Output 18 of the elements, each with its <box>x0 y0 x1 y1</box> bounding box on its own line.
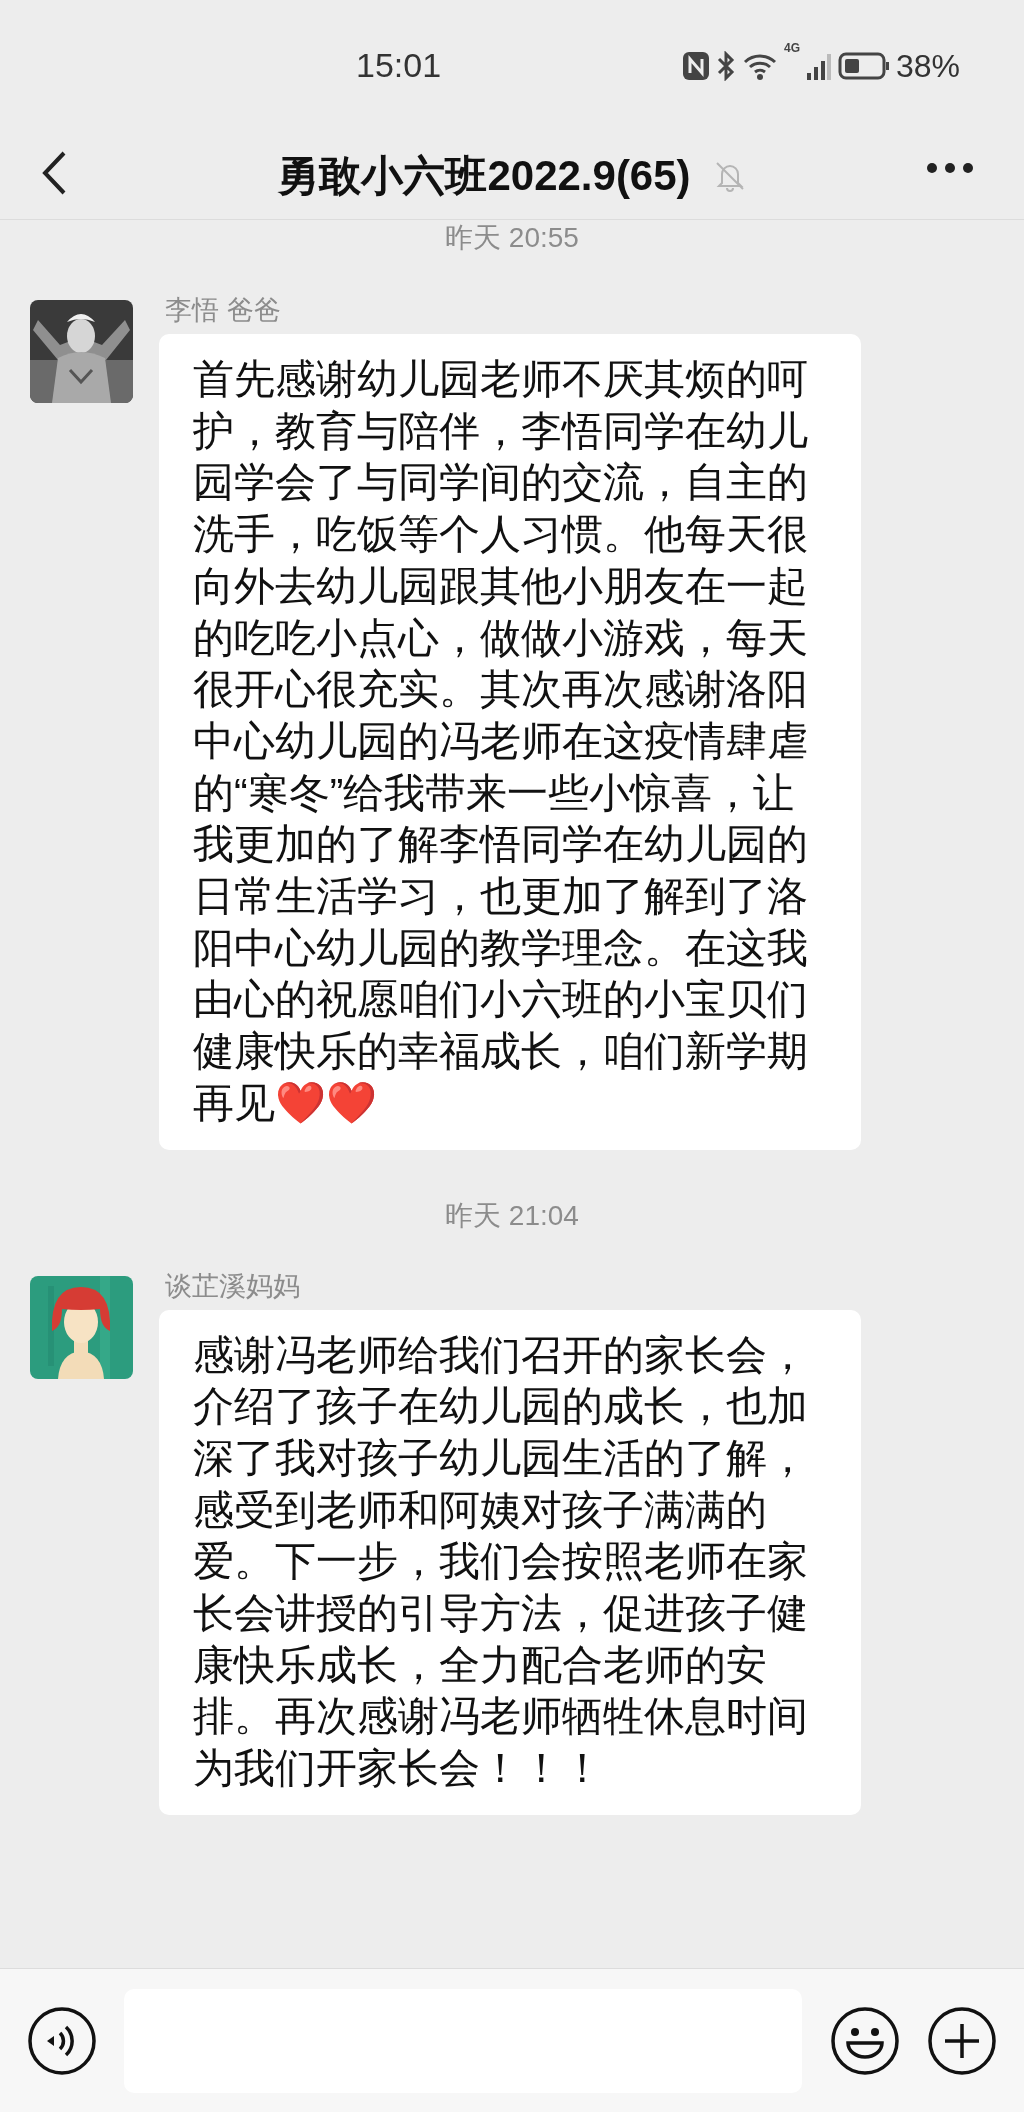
message-timestamp: 昨天 21:04 <box>445 1198 579 1233</box>
sender-name: 谈芷溪妈妈 <box>165 1269 301 1303</box>
chat-title: 勇敢小六班2022.9(65) <box>277 151 691 201</box>
emoji-button[interactable] <box>830 2005 900 2076</box>
status-time: 15:01 <box>356 45 442 86</box>
message-bubble: 感谢冯老师给我们召开的家长会，介绍了孩子在幼儿园的成长，也加深了我对孩子幼儿园生活的了解，感受到老师和阿姨对孩子满满的爱。下一步，我们会按照老师在家长会讲授的引导方法，促进孩子健康快乐成长，全力配合老师的安排。再次感谢冯老师牺牲休息时间为我们开家长会！！！ <box>159 1309 861 1815</box>
voice-button[interactable] <box>27 2005 97 2076</box>
message-timestamp: 昨天 20:55 <box>445 221 579 255</box>
add-button[interactable] <box>927 2005 997 2076</box>
bluetooth-icon <box>716 51 736 81</box>
sender-name: 李悟 爸爸 <box>165 294 282 327</box>
signal-icon <box>806 51 832 81</box>
more-button[interactable] <box>926 162 974 174</box>
network-label: 4G <box>784 42 800 54</box>
message-bubble: 首先感谢幼儿园老师不厌其烦的呵护，教育与陪伴，李悟同学在幼儿园学会了与同学间的交流，自主的洗手，吃饭等个人习惯。他每天很向外去幼儿园跟其他小朋友在一起的吃吃小点心，做做小游戏，每天很开心很充实。其次再次感谢洛阳中心幼儿园的冯老师在这疫情肆虐的“寒冬”给我带来一些小惊喜，让我更加的了解李悟同学在幼儿园的日常生活学习，也更加了解到了洛阳中心幼儿园的教学理念。在这我由心的祝愿咱们小六班的小宝贝们健康快乐的幸福成长，咱们新学期再见❤❤ <box>159 334 861 1150</box>
battery-percentage: 38% <box>896 47 961 86</box>
battery-icon <box>838 51 890 81</box>
nfc-icon <box>682 51 710 81</box>
